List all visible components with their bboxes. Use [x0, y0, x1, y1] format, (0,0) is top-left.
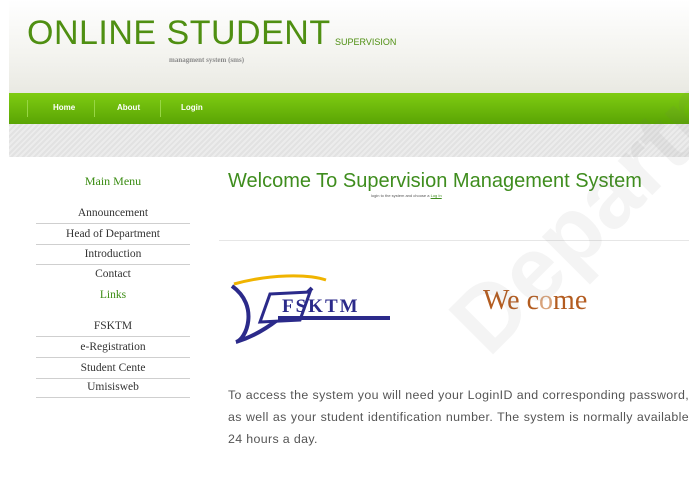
nav-separator [160, 100, 161, 117]
login-note: login to the system and choose a Log In [371, 193, 442, 198]
site-tagline: managment system (sms) [169, 56, 245, 64]
links-heading: Links [99, 289, 127, 301]
site-header: ONLINE STUDENT SUPERVISION managment sys… [9, 0, 689, 93]
fsktm-logo-text: FSKTM [282, 296, 360, 317]
fsktm-logo: FSKTM [230, 262, 400, 346]
page: ONLINE STUDENT SUPERVISION managment sys… [0, 0, 689, 479]
nav-separator [27, 100, 28, 117]
intro-paragraph: To access the system you will need your … [228, 388, 689, 446]
site-title: ONLINE STUDENT [27, 14, 331, 52]
divider [219, 240, 689, 241]
menu-item-head-of-department[interactable]: Head of Department [36, 224, 190, 245]
top-nav: Home About Login [9, 93, 689, 124]
link-umisisweb[interactable]: Umisisweb [36, 377, 190, 398]
menu-item-introduction[interactable]: Introduction [36, 244, 190, 265]
link-fsktm[interactable]: FSKTM [36, 316, 190, 337]
header-band [9, 124, 689, 157]
menu-item-announcement[interactable]: Announcement [36, 203, 190, 224]
menu-item-contact[interactable]: Contact [36, 264, 190, 285]
login-note-text: login to the system and choose a [371, 193, 430, 198]
nav-home[interactable]: Home [47, 93, 81, 124]
nav-login[interactable]: Login [175, 93, 209, 124]
login-note-link[interactable]: Log In [431, 193, 442, 198]
nav-separator [94, 100, 95, 117]
link-e-registration[interactable]: e-Registration [36, 337, 190, 358]
main-menu-title: Main Menu [84, 174, 142, 188]
welcome-image-text: We come [483, 285, 588, 316]
nav-about[interactable]: About [111, 93, 146, 124]
welcome-title: Welcome To Supervision Management System [228, 170, 642, 192]
fsktm-logo-graphic: FSKTM [230, 274, 390, 344]
site-subtitle: SUPERVISION [335, 37, 397, 47]
link-student-centre[interactable]: Student Cente [36, 358, 190, 379]
